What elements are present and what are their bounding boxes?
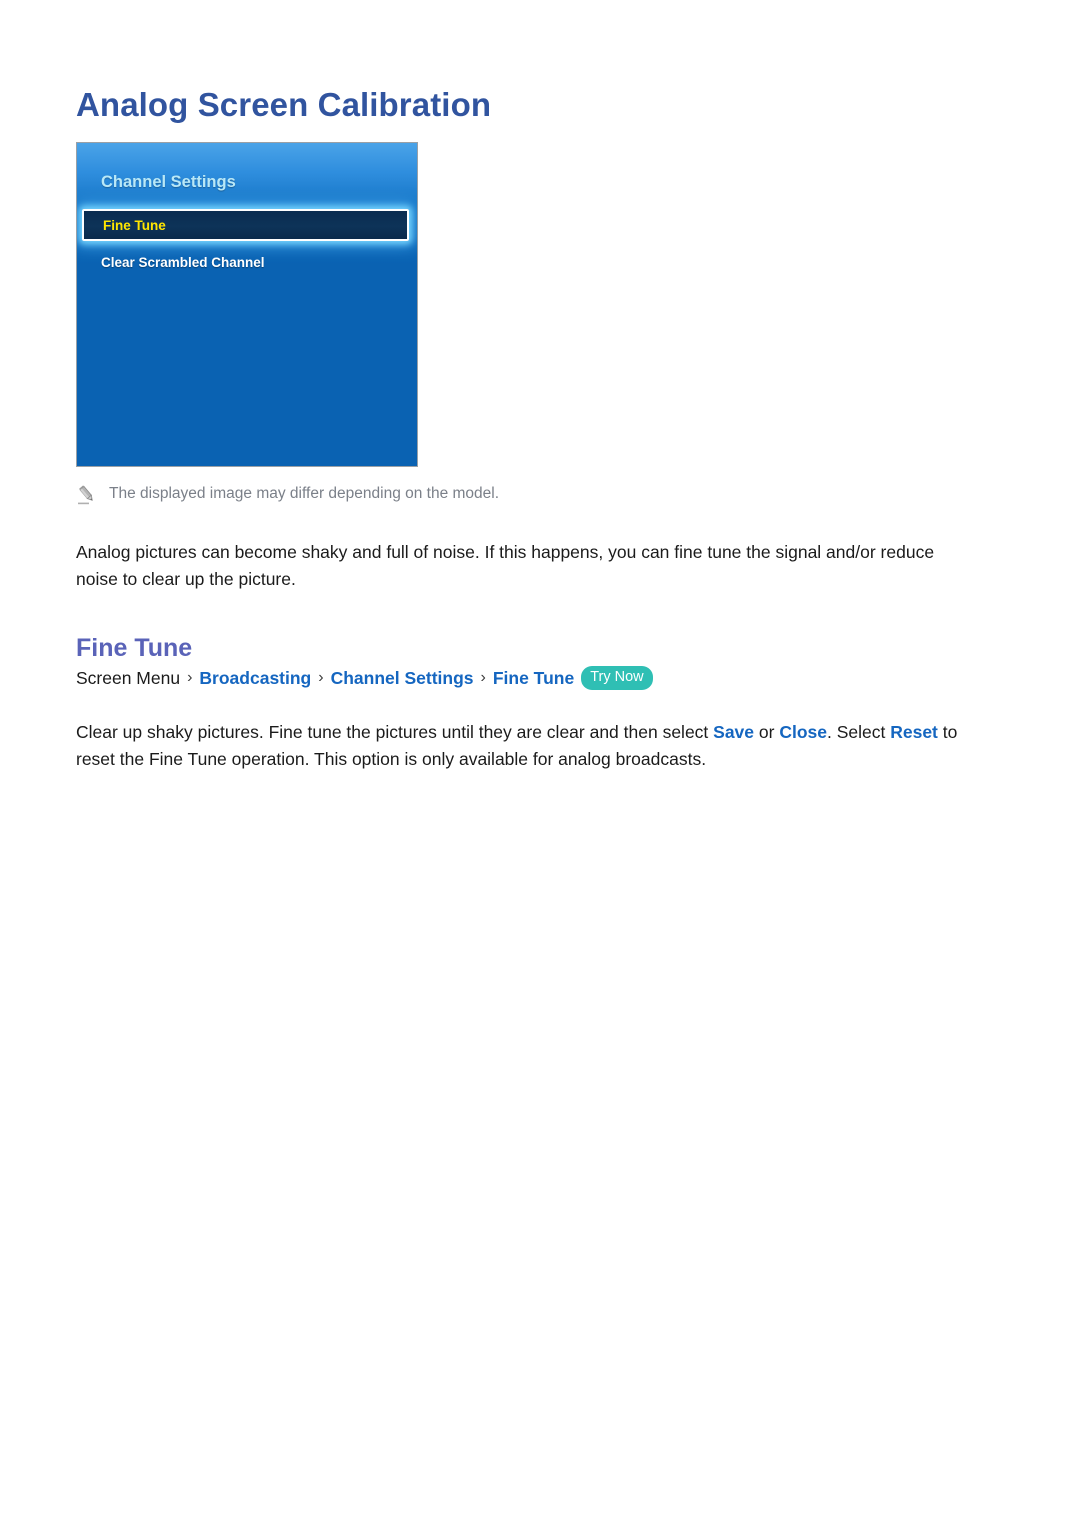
breadcrumb: Screen Menu › Broadcasting › Channel Set… (76, 665, 653, 691)
link-reset[interactable]: Reset (890, 722, 938, 742)
note-text: The displayed image may differ depending… (109, 485, 500, 502)
breadcrumb-link-broadcasting[interactable]: Broadcasting (199, 665, 311, 691)
tv-menu-item-fine-tune[interactable]: Fine Tune (82, 209, 409, 241)
page-title: Analog Screen Calibration (76, 86, 492, 124)
detail-paragraph: Clear up shaky pictures. Fine tune the p… (76, 719, 966, 773)
intro-paragraph: Analog pictures can become shaky and ful… (76, 541, 935, 589)
note-row: The displayed image may differ depending… (76, 483, 976, 506)
breadcrumb-link-channel-settings[interactable]: Channel Settings (331, 665, 474, 691)
try-now-badge[interactable]: Try Now (581, 666, 653, 690)
breadcrumb-link-fine-tune[interactable]: Fine Tune (493, 665, 574, 691)
breadcrumb-separator-3: › (480, 669, 486, 686)
detail-text-part-3: . Select (826, 721, 891, 742)
breadcrumb-separator-2: › (318, 669, 324, 686)
tv-menu-item-clear-scrambled-channel[interactable]: Clear Scrambled Channel (77, 247, 417, 278)
tv-panel-header: Channel Settings (101, 173, 236, 191)
link-close[interactable]: Close (779, 722, 827, 742)
detail-text-part-1: Clear up shaky pictures. Fine tune the p… (76, 721, 714, 742)
link-save[interactable]: Save (713, 722, 754, 742)
pencil-icon (76, 484, 98, 506)
section-heading-fine-tune: Fine Tune (76, 633, 193, 662)
breadcrumb-root: Screen Menu (76, 668, 181, 688)
breadcrumb-separator-1: › (187, 669, 193, 686)
document-page: Analog Screen Calibration Channel Settin… (0, 0, 1080, 1527)
tv-menu-list: Fine Tune Clear Scrambled Channel (77, 209, 417, 278)
tv-menu-panel: Channel Settings Fine Tune Clear Scrambl… (76, 142, 418, 467)
detail-text-part-2: or (754, 721, 780, 742)
